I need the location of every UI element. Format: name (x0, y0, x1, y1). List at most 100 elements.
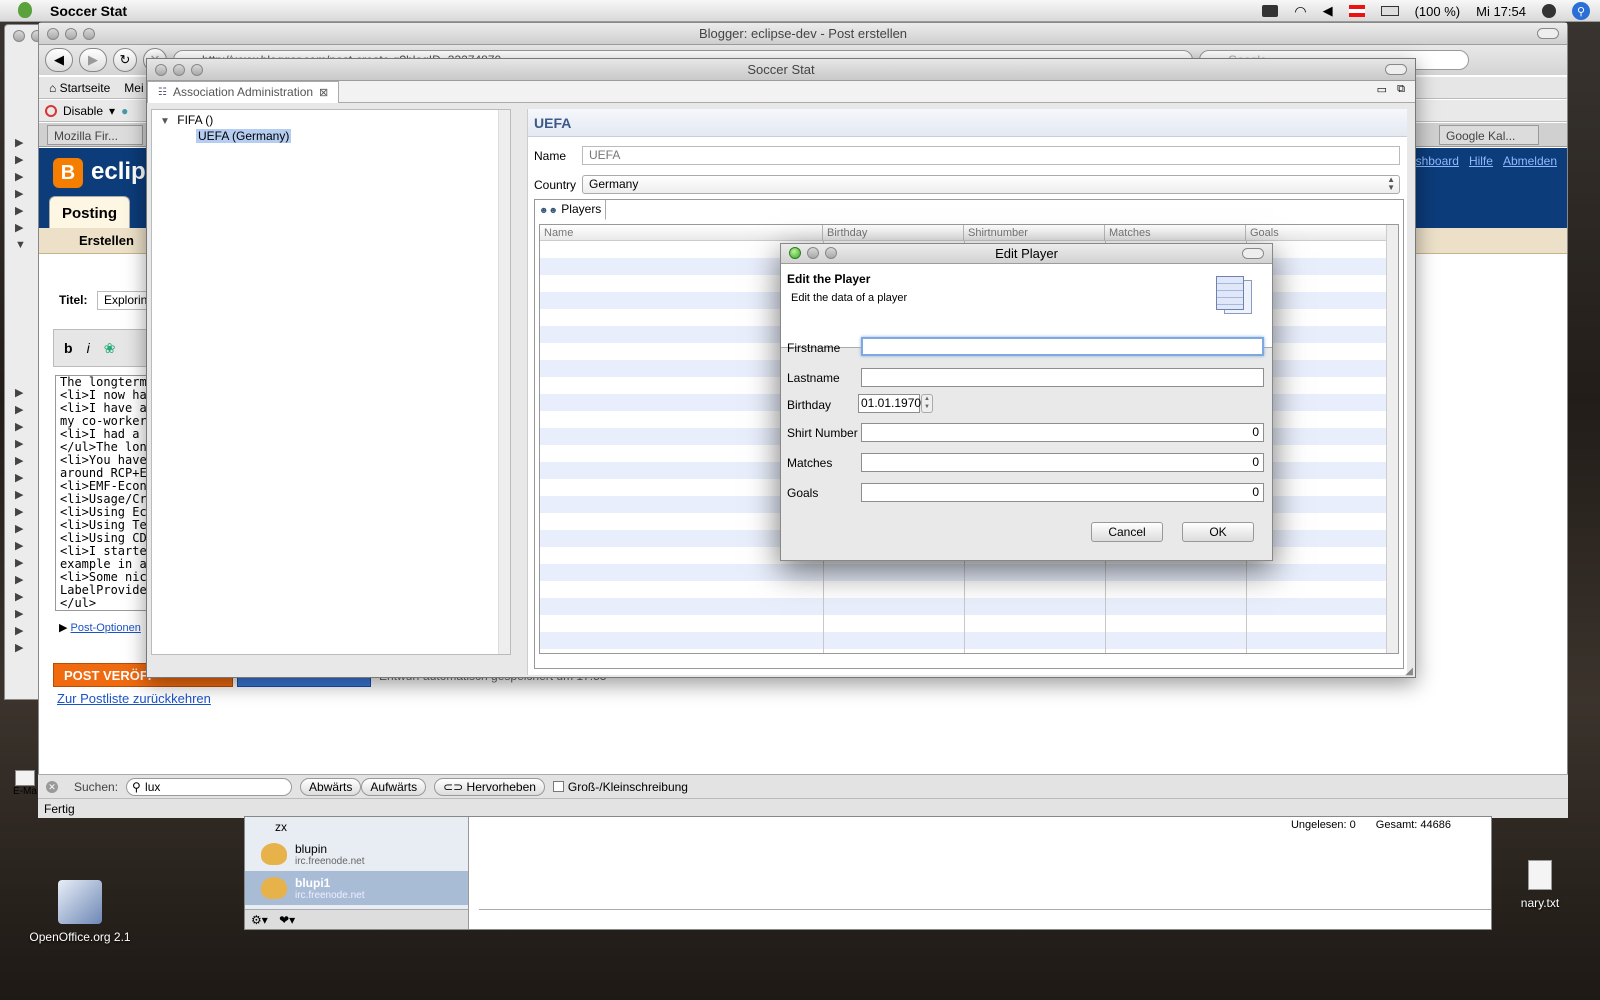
left-tree-strip: ▶ ▶ ▶ ▶ ▶ ▶ ▼ (15, 137, 26, 251)
toolbar-toggle-icon[interactable] (1242, 248, 1264, 259)
heart-icon[interactable]: ❤▾ (279, 913, 295, 927)
battery-status[interactable]: (100 %) (1415, 4, 1461, 19)
status-text: Fertig (44, 802, 75, 816)
find-next-button[interactable]: Aufwärts (361, 777, 427, 796)
status-bar: Fertig (38, 798, 1568, 818)
shirt-number-input[interactable]: 0 (861, 423, 1264, 442)
zoom-icon[interactable] (191, 64, 203, 76)
lastname-label: Lastname (787, 371, 840, 385)
logout-link[interactable]: Abmelden (1503, 154, 1557, 168)
close-icon[interactable] (789, 247, 801, 259)
spotlight-icon[interactable]: ⚲ (1572, 2, 1590, 20)
view-minimize-icon[interactable]: ▭ (1377, 83, 1387, 96)
apple-menu-icon[interactable] (18, 2, 32, 18)
tree-scrollbar[interactable] (498, 110, 510, 654)
column-header-shirtnumber[interactable]: Shirtnumber (964, 225, 1105, 241)
battery-icon[interactable] (1380, 6, 1399, 16)
firefox-title: Blogger: eclipse-dev - Post erstellen (698, 26, 908, 41)
minimize-icon[interactable] (65, 28, 77, 40)
chat-icon[interactable] (1262, 5, 1279, 17)
tab-google-calendar[interactable]: Google Kal... (1439, 125, 1539, 145)
clock[interactable]: Mi 17:54 (1476, 4, 1526, 19)
tab-players[interactable]: ☻☻ Players (535, 200, 607, 220)
table-scrollbar[interactable] (1386, 225, 1398, 653)
tab-mozilla[interactable]: Mozilla Fir... (47, 125, 143, 145)
goals-input[interactable]: 0 (861, 483, 1264, 502)
help-link[interactable]: Hilfe (1469, 154, 1493, 168)
irc-item-selected[interactable]: blupi1 irc.freenode.net (245, 871, 468, 905)
view-tab-strip: ☷ Association Administration ⊠ ▭ ⧉ (147, 80, 1415, 103)
webdev-css-icon[interactable]: ● (121, 104, 128, 118)
italic-icon[interactable]: i (87, 340, 90, 356)
gear-icon[interactable]: ⚙▾ (251, 913, 268, 927)
tree-item-fifa[interactable]: ▼ FIFA () (160, 113, 213, 127)
close-icon[interactable] (47, 28, 59, 40)
bookmark-home[interactable]: ⌂ Startseite (49, 81, 110, 95)
tree-item-uefa[interactable]: UEFA (Germany) (196, 129, 292, 143)
irc-item[interactable]: zx (245, 817, 468, 837)
back-to-posts-link[interactable]: Zur Postliste zurückkehren (57, 691, 211, 706)
irc-nick: zx (275, 820, 287, 834)
match-case-checkbox[interactable] (552, 781, 564, 792)
cancel-button[interactable]: Cancel (1091, 522, 1163, 542)
expand-triangle-icon[interactable]: ▼ (160, 116, 170, 127)
desktop-icon-file[interactable]: nary.txt (1500, 860, 1580, 910)
ok-button[interactable]: OK (1182, 522, 1254, 542)
dashboard-link[interactable]: ashboard (1409, 154, 1459, 168)
close-icon[interactable] (155, 64, 167, 76)
subtab-create[interactable]: Erstellen (79, 233, 134, 248)
minimize-icon[interactable] (807, 247, 819, 259)
minimize-icon[interactable] (173, 64, 185, 76)
spellcheck-icon[interactable]: ❀ (104, 340, 116, 357)
dialog-window-controls (789, 247, 837, 259)
tab-posting[interactable]: Posting (49, 196, 130, 228)
name-input[interactable]: UEFA (582, 146, 1400, 165)
desktop-icon-openoffice[interactable]: OpenOffice.org 2.1 (20, 880, 140, 944)
input-flag-icon[interactable] (1348, 5, 1365, 17)
column-header-birthday[interactable]: Birthday (823, 225, 964, 241)
toolbar-toggle-icon[interactable] (1385, 64, 1407, 75)
view-maximize-icon[interactable]: ⧉ (1397, 83, 1405, 96)
birthday-stepper[interactable]: ▲ ▼ (921, 394, 933, 413)
country-label: Country (534, 178, 577, 192)
close-tab-icon[interactable]: ⊠ (319, 86, 328, 99)
birthday-input[interactable]: 01.01.1970 (858, 394, 921, 413)
disable-menu[interactable]: Disable (63, 104, 103, 118)
bookmark-mei[interactable]: Mei (124, 81, 143, 95)
irc-sidebar: zx blupin irc.freenode.net blupi1 irc.free… (245, 817, 469, 929)
post-options-expander[interactable]: ▶ Post-Optionen (59, 621, 141, 634)
user-icon[interactable] (1542, 4, 1556, 18)
forward-button[interactable]: ▶ (79, 48, 107, 72)
column-header-name[interactable]: Name (540, 225, 823, 241)
findbar-close-icon[interactable]: ✕ (46, 780, 58, 793)
resize-grip-icon[interactable]: ◢ (1405, 666, 1413, 677)
zoom-icon[interactable] (825, 247, 837, 259)
menu-bar: Soccer Stat ◠ ◀ (100 %) Mi 17:54 ⚲ (0, 0, 1600, 22)
reload-button[interactable]: ↻ (113, 48, 137, 72)
column-header-matches[interactable]: Matches (1105, 225, 1246, 241)
wifi-icon[interactable]: ◠ (1294, 3, 1306, 20)
column-header-goals[interactable]: Goals (1246, 225, 1387, 241)
back-button[interactable]: ◀ (45, 48, 73, 72)
mail-icon[interactable]: E-Ma (10, 770, 40, 797)
post-editor[interactable]: The longterm <li>I now ha <li>I have a my c… (55, 375, 151, 611)
menu-app-name[interactable]: Soccer Stat (50, 3, 127, 19)
lastname-input[interactable] (861, 368, 1264, 387)
match-case-label: Groß-/Kleinschreibung (567, 779, 688, 794)
highlight-button[interactable]: ⊂⊃ Hervorheben (434, 777, 545, 796)
dialog-description: Edit the data of a player (791, 292, 908, 304)
firefox-titlebar: Blogger: eclipse-dev - Post erstellen (39, 23, 1567, 45)
tab-association-admin[interactable]: ☷ Association Administration ⊠ (147, 80, 340, 103)
find-search-icon: ⚲ (132, 779, 141, 794)
irc-input-bar[interactable] (479, 909, 1491, 929)
irc-item[interactable]: blupin irc.freenode.net (245, 837, 468, 871)
matches-input[interactable]: 0 (861, 453, 1264, 472)
toolbar-toggle-icon[interactable] (1537, 28, 1559, 39)
firstname-input[interactable] (861, 337, 1264, 356)
zoom-icon[interactable] (83, 28, 95, 40)
find-input[interactable]: ⚲ lux (126, 777, 293, 796)
find-prev-button[interactable]: Abwärts (300, 777, 362, 796)
volume-icon[interactable]: ◀ (1323, 3, 1333, 19)
bold-icon[interactable]: b (64, 340, 73, 356)
country-select[interactable]: Germany ▲ ▼ (582, 175, 1400, 194)
